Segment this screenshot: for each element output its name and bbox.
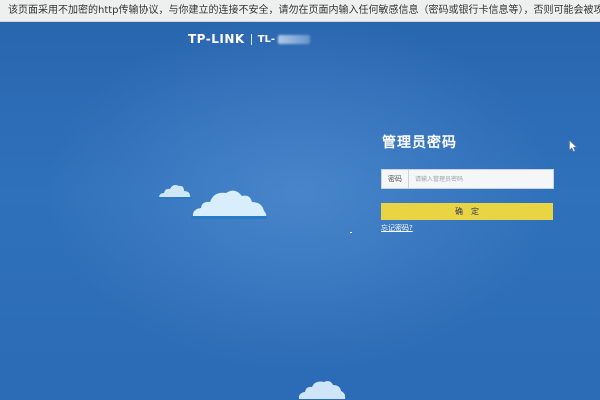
logo-separator bbox=[250, 33, 252, 45]
confirm-button[interactable]: 确定 bbox=[381, 203, 553, 220]
password-field: 密码 bbox=[381, 169, 554, 189]
cloud-icon bbox=[157, 185, 192, 199]
security-warning-text: 该页面采用不加密的http传输协议，与你建立的连接不安全，请勿在页面内输入任何敏… bbox=[8, 5, 600, 16]
security-warning-bar: 该页面采用不加密的http传输协议，与你建立的连接不安全，请勿在页面内输入任何敏… bbox=[0, 0, 600, 22]
logo-brand: TP-LINK bbox=[188, 32, 245, 46]
password-label: 密码 bbox=[382, 170, 409, 188]
screen-dot bbox=[350, 232, 352, 233]
login-page: TP-LINK TL- 管理员密码 密码 确定 忘记密码? bbox=[0, 22, 600, 400]
logo-model-prefix: TL- bbox=[257, 33, 276, 45]
cloud-icon bbox=[298, 381, 346, 399]
mouse-cursor-icon bbox=[569, 140, 577, 152]
model-name-blurred bbox=[278, 34, 311, 44]
cloud-icon bbox=[191, 190, 267, 219]
login-title: 管理员密码 bbox=[382, 135, 457, 151]
password-input[interactable] bbox=[409, 169, 553, 189]
tplink-logo: TP-LINK TL- bbox=[188, 32, 311, 46]
forgot-password-link[interactable]: 忘记密码? bbox=[381, 223, 413, 233]
